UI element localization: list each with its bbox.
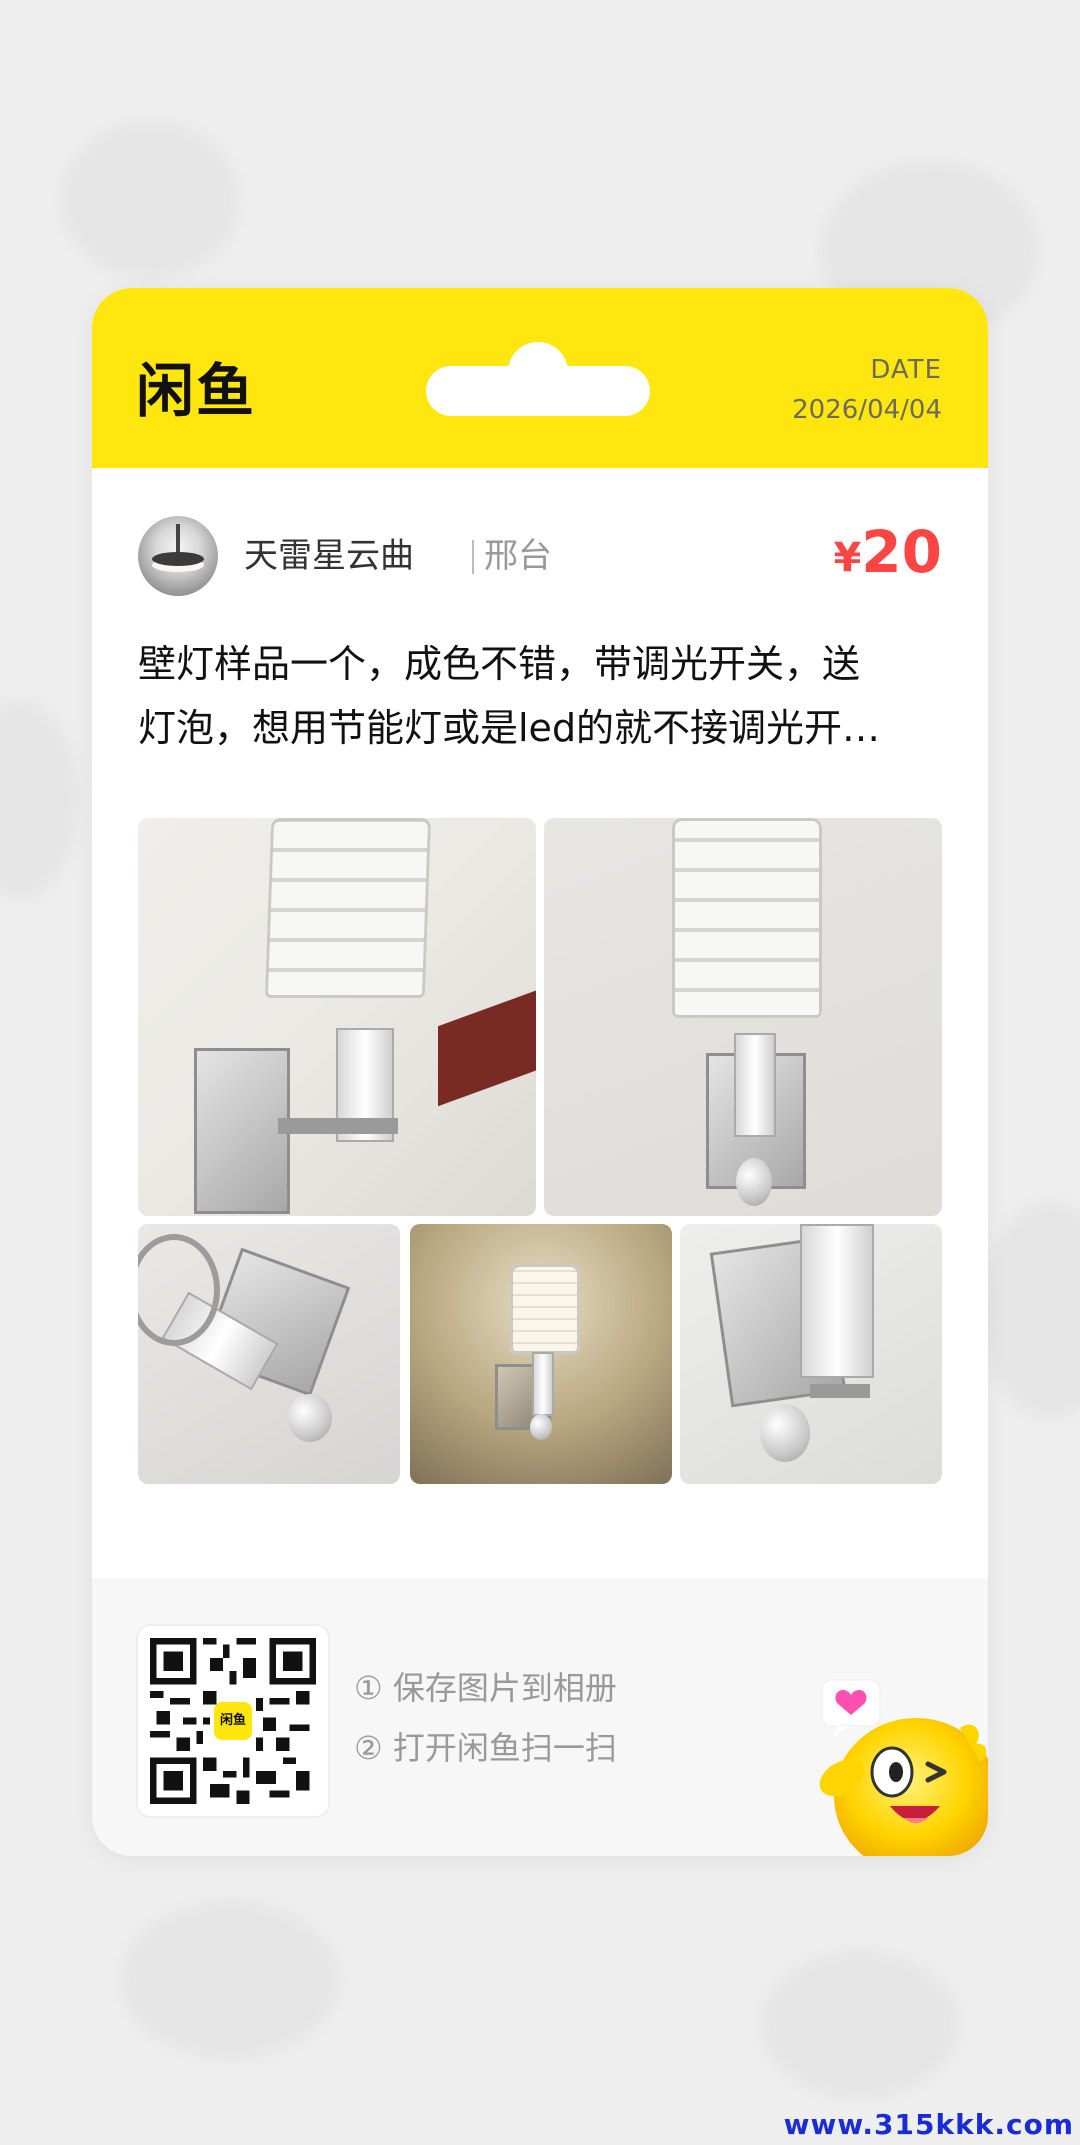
qr-code: 闲鱼	[138, 1626, 328, 1816]
description-line: 壁灯样品一个，成色不错，带调光开关，送	[138, 642, 861, 686]
background-decoration	[120, 1900, 340, 2060]
share-card: 闲鱼 DATE 2026/04/04 天雷星云曲 邢台 ¥20 壁灯样品一个，成…	[92, 288, 988, 1856]
step-open-scan: ② 打开闲鱼扫一扫	[354, 1729, 617, 1767]
xianyu-logo: 闲鱼	[136, 357, 257, 425]
background-decoration	[760, 1950, 960, 2100]
seller-name: 天雷星云曲	[244, 536, 414, 576]
item-photo	[410, 1224, 672, 1484]
card-header: 闲鱼 DATE 2026/04/04	[92, 288, 988, 468]
background-decoration	[0, 700, 80, 900]
watermark: www.315kkk.com	[783, 2108, 1074, 2141]
currency-symbol: ¥	[833, 535, 862, 581]
step-save-image: ① 保存图片到相册	[354, 1669, 617, 1707]
header-notch	[426, 342, 650, 416]
seller-city: 邢台	[484, 536, 552, 576]
date-label: DATE	[870, 355, 942, 385]
item-photo	[138, 818, 536, 1216]
qr-logo-badge: 闲鱼	[214, 1702, 252, 1740]
scan-instructions: ① 保存图片到相册 ② 打开闲鱼扫一扫	[354, 1658, 617, 1778]
item-photo	[138, 1224, 400, 1484]
description-line: 灯泡，想用节能灯或是led的就不接调光开…	[138, 706, 881, 750]
item-description: 壁灯样品一个，成色不错，带调光开关，送 灯泡，想用节能灯或是led的就不接调光开…	[138, 632, 942, 760]
mascot-icon	[819, 1679, 988, 1856]
seller-row: 天雷星云曲 邢台 ¥20	[138, 516, 942, 596]
footer: 闲鱼 ① 保存图片到相册 ② 打开闲鱼扫一扫	[92, 1578, 988, 1856]
avatar	[138, 516, 218, 596]
price-value: 20	[861, 518, 942, 586]
price: ¥20	[833, 516, 942, 603]
background-decoration	[60, 120, 240, 280]
divider	[472, 540, 474, 574]
background-decoration	[980, 1200, 1080, 1420]
item-photo	[680, 1224, 942, 1484]
item-photo	[544, 818, 942, 1216]
date-value: 2026/04/04	[792, 395, 942, 425]
date-block: DATE 2026/04/04	[792, 350, 942, 430]
